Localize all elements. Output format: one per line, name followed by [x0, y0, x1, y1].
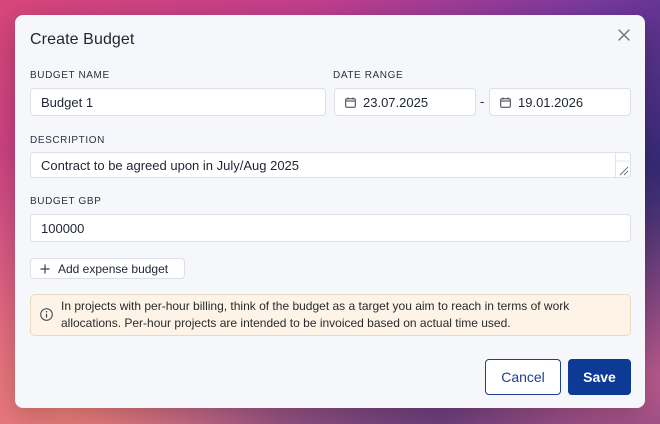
date-end-input[interactable]: 19.01.2026	[489, 88, 631, 116]
calendar-icon	[345, 97, 356, 108]
date-range-separator: -	[480, 94, 485, 109]
budget-name-value: Budget 1	[41, 94, 94, 110]
budget-name-input[interactable]: Budget 1	[30, 88, 326, 116]
info-text: In projects with per-hour billing, think…	[61, 299, 570, 330]
create-budget-dialog: Create Budget BUDGET NAME Budget 1 DATE …	[15, 15, 645, 408]
date-end-value: 19.01.2026	[518, 94, 584, 110]
budget-gbp-input[interactable]: 100000	[30, 214, 631, 242]
plus-icon	[40, 262, 50, 276]
cancel-button[interactable]: Cancel	[485, 359, 561, 395]
add-expense-budget-label: Add expense budget	[58, 261, 169, 276]
budget-gbp-value: 100000	[41, 220, 85, 236]
date-start-input[interactable]: 23.07.2025	[334, 88, 476, 116]
description-textarea[interactable]: Contract to be agreed upon in July/Aug 2…	[30, 152, 631, 178]
description-label: DESCRIPTION	[30, 135, 105, 146]
info-icon	[40, 308, 53, 321]
description-value: Contract to be agreed upon in July/Aug 2…	[41, 157, 300, 173]
add-expense-budget-button[interactable]: Add expense budget	[30, 258, 185, 279]
textarea-resize-handle[interactable]	[615, 153, 630, 177]
calendar-icon	[500, 97, 511, 108]
dialog-title: Create Budget	[30, 31, 135, 48]
date-range-label: DATE RANGE	[333, 70, 404, 81]
save-button[interactable]: Save	[568, 359, 631, 395]
budget-gbp-label: BUDGET GBP	[30, 196, 102, 207]
budget-name-label: BUDGET NAME	[30, 70, 110, 81]
date-start-value: 23.07.2025	[363, 94, 429, 110]
info-box: In projects with per-hour billing, think…	[30, 294, 631, 336]
close-icon[interactable]	[615, 28, 633, 46]
